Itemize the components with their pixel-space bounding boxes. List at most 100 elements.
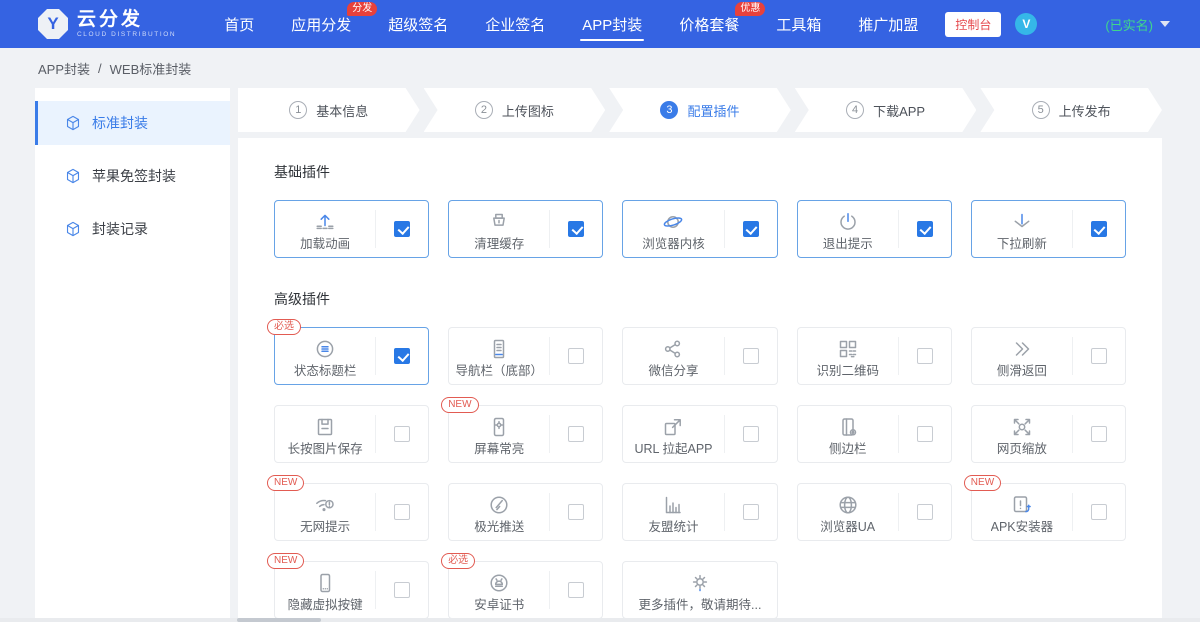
plugin-card-1-8[interactable]: 侧边栏	[797, 405, 952, 463]
plugin-checkbox[interactable]	[917, 504, 933, 520]
plugin-card-1-14[interactable]: NEWAPK安装器	[971, 483, 1126, 541]
plugin-checkbox[interactable]	[568, 582, 584, 598]
plugin-checkbox[interactable]	[568, 426, 584, 442]
page-layout: 标准封装苹果免签封装封装记录 1 基本信息 2上传图标3配置插件4下载APP5上传发…	[0, 88, 1200, 622]
plugin-card-0-3[interactable]: 退出提示	[797, 200, 952, 258]
plugin-label: 清理缓存	[474, 237, 524, 252]
horizontal-scrollbar-thumb[interactable]	[237, 618, 321, 622]
nav-item-0[interactable]: 首页	[224, 0, 254, 48]
nav-item-label: 应用分发	[291, 14, 351, 35]
plugin-badge: NEW	[267, 475, 304, 491]
plugin-info: 侧边栏	[798, 411, 898, 457]
plugin-badge: NEW	[964, 475, 1001, 491]
horizontal-scrollbar-track[interactable]	[0, 618, 1200, 622]
wizard-step-2[interactable]: 2上传图标	[424, 88, 606, 132]
more-plugins-card[interactable]: 更多插件，敬请期待...	[622, 561, 777, 619]
plugin-card-1-1[interactable]: 导航栏（底部）	[448, 327, 603, 385]
plugin-checkbox[interactable]	[917, 348, 933, 364]
plugin-card-0-1[interactable]: 清理缓存	[448, 200, 603, 258]
step-wizard: 1 基本信息 2上传图标3配置插件4下载APP5上传发布	[238, 88, 1162, 132]
sidebar-item-2[interactable]: 封装记录	[35, 207, 230, 251]
wizard-step-5[interactable]: 5上传发布	[980, 88, 1162, 132]
wizard-step-3[interactable]: 3配置插件	[609, 88, 791, 132]
sidebar: 标准封装苹果免签封装封装记录	[35, 88, 230, 622]
plugin-checkbox[interactable]	[394, 582, 410, 598]
plugin-info: APK安装器	[972, 489, 1072, 535]
plugin-card-1-4[interactable]: 侧滑返回	[971, 327, 1126, 385]
plugin-checkbox[interactable]	[743, 348, 759, 364]
plugin-card-1-0[interactable]: 必选状态标题栏	[274, 327, 429, 385]
plugin-checkbox[interactable]	[743, 221, 759, 237]
plugin-card-1-11[interactable]: 极光推送	[448, 483, 603, 541]
nav-item-2[interactable]: 超级签名	[388, 0, 448, 48]
plugin-checkbox[interactable]	[917, 221, 933, 237]
plugin-card-0-0[interactable]: 加载动画	[274, 200, 429, 258]
plugin-checkbox[interactable]	[1091, 426, 1107, 442]
plugin-checkbox[interactable]	[394, 426, 410, 442]
package-cube-icon	[64, 220, 82, 238]
plugin-card-1-5[interactable]: 长按图片保存	[274, 405, 429, 463]
sidebar-item-1[interactable]: 苹果免签封装	[35, 154, 230, 198]
package-cube-icon	[64, 167, 82, 185]
plugin-card-1-10[interactable]: NEW无网提示	[274, 483, 429, 541]
step-number: 3	[660, 101, 678, 119]
plugin-checkbox[interactable]	[394, 504, 410, 520]
planet-icon	[661, 210, 685, 234]
plugin-card-1-15[interactable]: NEW隐藏虚拟按键	[274, 561, 429, 619]
plugin-card-1-12[interactable]: 友盟统计	[622, 483, 777, 541]
sidebar-item-label: 苹果免签封装	[92, 166, 176, 186]
plugin-card-1-9[interactable]: 网页缩放	[971, 405, 1126, 463]
plugin-card-0-2[interactable]: 浏览器内核	[622, 200, 777, 258]
nav-item-5[interactable]: 价格套餐优惠	[679, 0, 739, 48]
plugin-checkbox[interactable]	[394, 348, 410, 364]
plugin-checkbox[interactable]	[394, 221, 410, 237]
plugin-info: 安卓证书	[449, 567, 549, 613]
plugin-info: 隐藏虚拟按键	[275, 567, 375, 613]
nav-item-7[interactable]: 推广加盟	[858, 0, 918, 48]
step-label: 上传发布	[1059, 101, 1111, 120]
plugin-grid: 必选状态标题栏导航栏（底部）微信分享识别二维码侧滑返回长按图片保存NEW屏幕常亮…	[274, 327, 1126, 619]
plugin-card-1-7[interactable]: URL 拉起APP	[622, 405, 777, 463]
plugin-info: URL 拉起APP	[623, 411, 723, 457]
user-avatar[interactable]: V	[1015, 13, 1037, 35]
plugin-badge: 必选	[267, 319, 301, 335]
clean-brush-icon	[487, 210, 511, 234]
plugin-checkbox[interactable]	[917, 426, 933, 442]
plugin-label: 加载动画	[300, 237, 350, 252]
nav-item-4[interactable]: APP封装	[582, 0, 642, 48]
plugin-label: 屏幕常亮	[474, 442, 524, 457]
plugin-card-0-4[interactable]: 下拉刷新	[971, 200, 1126, 258]
wizard-step-1[interactable]: 1 基本信息	[238, 88, 420, 132]
globe-icon	[836, 493, 860, 517]
breadcrumb-section[interactable]: APP封装	[38, 59, 90, 78]
plugin-checkbox[interactable]	[568, 221, 584, 237]
sidebar-item-0[interactable]: 标准封装	[35, 101, 230, 145]
plugin-checkbox[interactable]	[743, 504, 759, 520]
plugin-checkbox[interactable]	[1091, 221, 1107, 237]
nav-item-label: 价格套餐	[679, 14, 739, 35]
plugin-info: 更多插件，敬请期待...	[623, 567, 776, 613]
plugin-checkbox[interactable]	[743, 426, 759, 442]
plugin-card-1-13[interactable]: 浏览器UA	[797, 483, 952, 541]
hide-virtual-keys-icon	[313, 571, 337, 595]
nav-item-3[interactable]: 企业签名	[485, 0, 545, 48]
plugin-label: 识别二维码	[816, 364, 879, 379]
app-logo[interactable]: Y 云分发 CLOUD DISTRIBUTION	[38, 9, 176, 39]
plugin-panel: 基础插件加载动画清理缓存浏览器内核退出提示下拉刷新高级插件必选状态标题栏导航栏（…	[238, 138, 1162, 622]
step-number: 1	[289, 101, 307, 119]
wizard-step-4[interactable]: 4下载APP	[795, 88, 977, 132]
step-label: 基本信息	[316, 101, 368, 120]
plugin-info: 屏幕常亮	[449, 411, 549, 457]
plugin-checkbox[interactable]	[1091, 348, 1107, 364]
plugin-card-1-2[interactable]: 微信分享	[622, 327, 777, 385]
nav-item-6[interactable]: 工具箱	[776, 0, 821, 48]
plugin-card-1-16[interactable]: 必选安卓证书	[448, 561, 603, 619]
plugin-card-1-3[interactable]: 识别二维码	[797, 327, 952, 385]
nav-item-1[interactable]: 应用分发分发	[291, 0, 351, 48]
plugin-checkbox[interactable]	[1091, 504, 1107, 520]
account-menu[interactable]: (已实名)	[1105, 15, 1170, 34]
console-button[interactable]: 控制台	[945, 12, 1001, 37]
plugin-checkbox[interactable]	[568, 348, 584, 364]
plugin-checkbox[interactable]	[568, 504, 584, 520]
plugin-card-1-6[interactable]: NEW屏幕常亮	[448, 405, 603, 463]
